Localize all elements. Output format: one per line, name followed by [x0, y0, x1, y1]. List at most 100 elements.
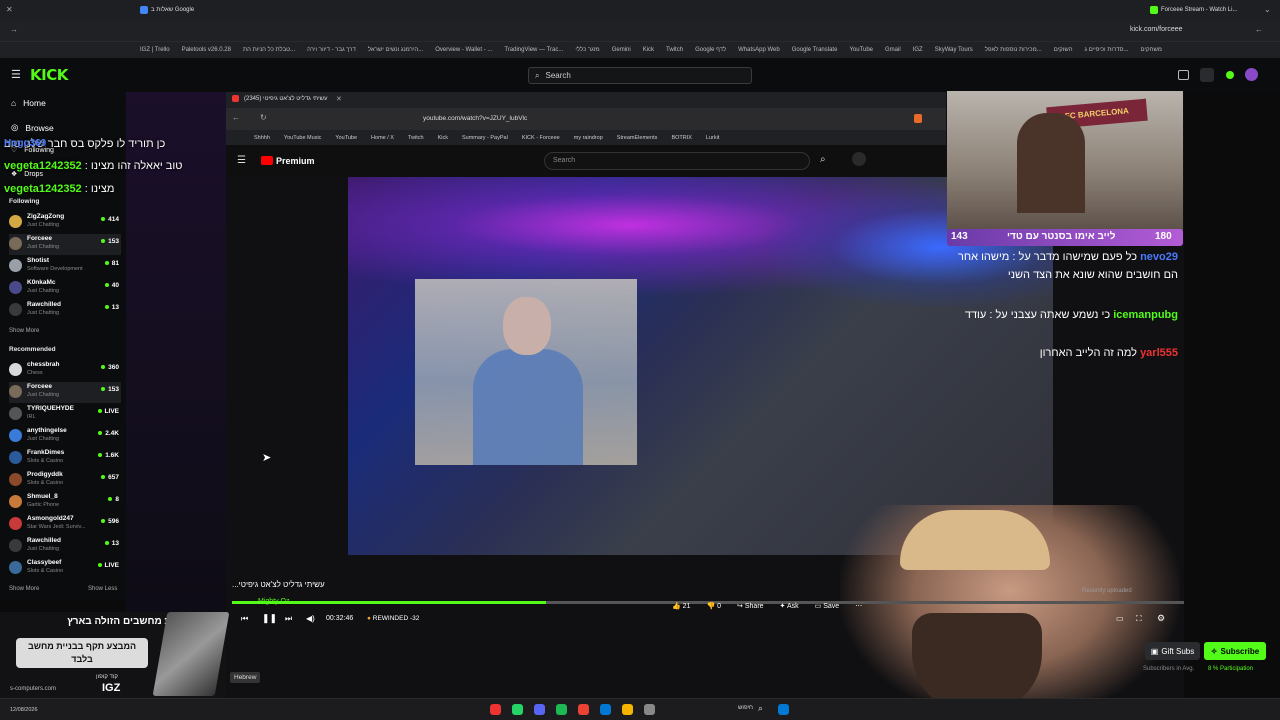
- stream-browser-tabbar: עשיתי גדליט לצ'אט גיפיטי (2345) ✕: [226, 92, 946, 108]
- browser-tab-active[interactable]: Forceee Stream - Watch Li...: [1150, 3, 1237, 17]
- recommended-channel[interactable]: Rawchilled Just Chatting 13: [9, 536, 121, 557]
- previous-icon: ⏮: [241, 614, 249, 623]
- bookmark[interactable]: Kick: [643, 47, 654, 53]
- stream-browser-url: youtube.com/watch?v=JZUY_lubVlc: [423, 115, 528, 122]
- dislike-button: 👎 0: [706, 603, 722, 610]
- settings-icon[interactable]: ⚙: [1157, 613, 1165, 624]
- taskbar-date: 12/08/2026: [10, 707, 38, 713]
- search-input[interactable]: ⌕ Search: [528, 67, 752, 84]
- window-close-icon[interactable]: ✕: [6, 5, 13, 14]
- whatsapp-icon: [512, 704, 523, 715]
- save-button: ▭ Save: [814, 603, 840, 610]
- overlay-chat-message: vegeta1242352 : מצינו: [4, 183, 115, 195]
- bookmark[interactable]: IGZ | Trello: [140, 47, 170, 53]
- volume-icon: ◀): [306, 614, 315, 623]
- recommended-channel[interactable]: Shmuel_8 Gartic Phone 8: [9, 492, 121, 513]
- bookmark[interactable]: Google לדף: [695, 47, 726, 53]
- bookmark[interactable]: משחקים: [1140, 47, 1161, 53]
- show-more-following[interactable]: Show More: [9, 328, 39, 334]
- following-channel[interactable]: K0nkaMc Just Chatting 40: [9, 278, 121, 299]
- bookmark[interactable]: הירמנג ונשים ישראל...: [368, 47, 423, 53]
- recommended-channel[interactable]: anythingelse Just Chatting 2.4K: [9, 426, 121, 447]
- menu-icon[interactable]: ☰: [11, 68, 21, 81]
- taskbar-search: חיפוש: [738, 705, 753, 711]
- bookmark[interactable]: Google Translate: [792, 47, 838, 53]
- bookmark[interactable]: מכירות נוספות לאפל...: [985, 47, 1042, 53]
- recommended-channel[interactable]: TYRIQUEHYDE IRL LIVE: [9, 404, 121, 425]
- forward-icon[interactable]: ←: [1255, 25, 1263, 34]
- bookmark[interactable]: טבלת כל הניות הת...: [243, 47, 295, 53]
- kick-icon: [1150, 6, 1158, 14]
- avatar: [9, 281, 22, 294]
- recommended-channel[interactable]: Prodigyddk Slots & Casino 657: [9, 470, 121, 491]
- video-time: 00:32:46: [326, 615, 354, 622]
- bookmark[interactable]: Overview - Wallet - ...: [435, 47, 492, 53]
- like-button: 👍 21: [672, 603, 691, 610]
- url-text[interactable]: kick.com/forceee: [1130, 26, 1183, 33]
- bookmark[interactable]: Twitch: [666, 47, 683, 53]
- side-chat-message: nevo29 כל פעם שמישהו מדבר על : מישהו אחר…: [958, 251, 1178, 281]
- discord-icon: [534, 704, 545, 715]
- show-less-recommended[interactable]: Show Less: [88, 586, 117, 592]
- subscribe-button[interactable]: ✧ Subscribe: [1204, 642, 1266, 660]
- nav-home[interactable]: ⌂ Home: [11, 98, 46, 108]
- following-channel[interactable]: Forceee Just Chatting 153: [9, 234, 121, 255]
- bookmark[interactable]: SkyWay Tours: [935, 47, 973, 53]
- browser-tab[interactable]: שאלות ב Google: [140, 3, 194, 17]
- recommended-channel[interactable]: chessbrah Chess 360: [9, 360, 121, 381]
- bookmark[interactable]: Paletools v26.0.28: [182, 47, 231, 53]
- bookmark[interactable]: IGZ: [913, 47, 923, 53]
- gift-subs-button[interactable]: ▣ Gift Subs: [1145, 642, 1200, 660]
- theater-icon[interactable]: [1178, 70, 1189, 80]
- rewind-label: ● REWINDED -32: [367, 615, 420, 622]
- show-more-recommended[interactable]: Show More: [9, 586, 39, 592]
- avatar: [9, 517, 22, 530]
- theater-mode-icon[interactable]: ▭: [1116, 614, 1124, 623]
- avatar: [9, 539, 22, 552]
- subs-avg-label: Subscribers in Avg.: [1143, 666, 1195, 672]
- brave-icon: [914, 114, 922, 123]
- bookmark[interactable]: YouTube: [849, 47, 873, 53]
- mouse-cursor-icon: ➤: [262, 452, 272, 464]
- kick-logo[interactable]: KICK: [30, 66, 68, 84]
- following-channel[interactable]: ZigZagZong Just Chatting 414: [9, 212, 121, 233]
- bookmark[interactable]: השוקים: [1054, 47, 1073, 53]
- bookmark[interactable]: TradingView — Trac...: [504, 47, 563, 53]
- bookmark[interactable]: סדרות וכיפיים ג...: [1085, 47, 1129, 53]
- following-channel[interactable]: Rawchilled Just Chatting 13: [9, 300, 121, 321]
- address-bar[interactable]: kick.com/forceee → ←: [0, 20, 1280, 42]
- app-icon: [490, 704, 501, 715]
- back-icon[interactable]: →: [10, 25, 18, 34]
- recommended-channel[interactable]: Asmongold247 Star Wars Jedi: Surviv... 5…: [9, 514, 121, 535]
- participation-label: 8 % Participation: [1208, 666, 1254, 672]
- avatar: [9, 303, 22, 316]
- search-icon: ⌕: [535, 70, 540, 80]
- bookmark[interactable]: מזגר כללי: [575, 47, 599, 53]
- fullscreen-icon[interactable]: ⛶: [1136, 614, 1142, 624]
- following-channel[interactable]: Shotist Software Development 81: [9, 256, 121, 277]
- pause-icon: ❚❚: [262, 613, 278, 623]
- recommended-channel[interactable]: Classybeef Slots & Casino LIVE: [9, 558, 121, 579]
- youtube-search: Search: [544, 152, 810, 170]
- menu-icon: ☰: [237, 155, 246, 166]
- bookmark[interactable]: דרך גבר - דיוור וירה: [307, 47, 356, 53]
- bookmark[interactable]: Gmail: [885, 47, 901, 53]
- overlay-chat-message: vegeta1242352 : טוב יאאלה זהו מצינו: [4, 160, 183, 172]
- nav-browse[interactable]: ◎ Browse: [11, 122, 54, 133]
- video-meme-image: [415, 279, 637, 465]
- bookmark[interactable]: Gemini: [612, 47, 631, 53]
- side-chat-message: yarl555 למה זה הלייב האחרון: [1039, 347, 1178, 359]
- recommended-channel[interactable]: FrankDimes Slots & Casino 1.6K: [9, 448, 121, 469]
- window-menu-icon[interactable]: ⌄: [1264, 5, 1271, 14]
- spotify-icon: [556, 704, 567, 715]
- progress-fill: [232, 601, 547, 604]
- recommended-channel[interactable]: Forceee Just Chatting 153: [9, 382, 121, 403]
- stream-browser-bookmarks: Shhhh YouTube Music YouTube Home / X Twi…: [226, 130, 946, 145]
- layout-icon[interactable]: [1200, 68, 1214, 82]
- stream-browser-addressbar: ← ↻ youtube.com/watch?v=JZUY_lubVlc: [226, 108, 946, 130]
- avatar: [9, 215, 22, 228]
- bookmark[interactable]: WhatsApp Web: [738, 47, 780, 53]
- avatar[interactable]: [1245, 68, 1258, 81]
- bookmarks-bar: IGZ | Trello Paletools v26.0.28 טבלת כל …: [0, 42, 1280, 58]
- avatar: [9, 495, 22, 508]
